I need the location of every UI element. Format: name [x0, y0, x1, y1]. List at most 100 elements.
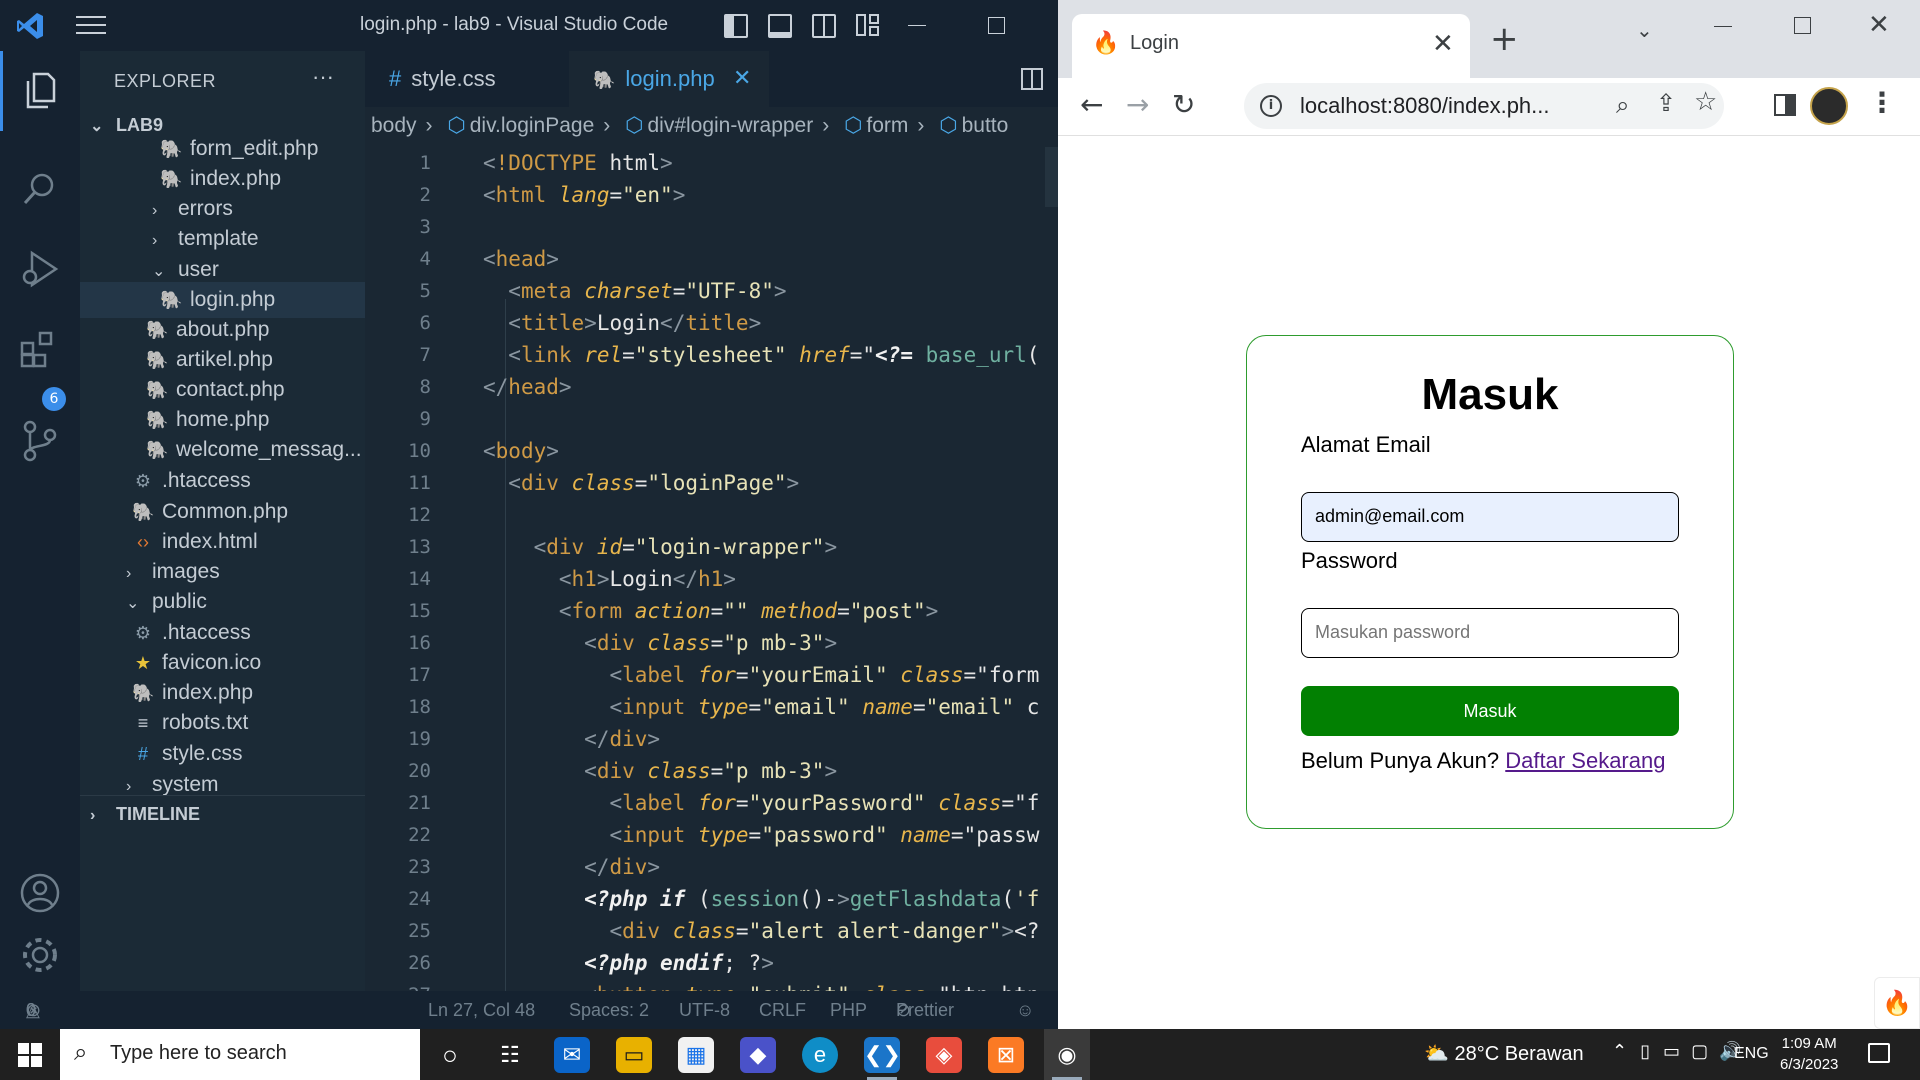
notification-center-icon[interactable]: [1868, 1043, 1890, 1063]
url-text[interactable]: localhost:8080/index.ph...: [1300, 93, 1550, 119]
bookmark-star-icon[interactable]: ☆: [1694, 87, 1717, 117]
breadcrumb-item[interactable]: div.loginPage: [470, 114, 595, 137]
line-number: 12: [408, 504, 431, 526]
new-tab-icon[interactable]: +: [1490, 22, 1519, 56]
taskbar-search[interactable]: ⌕ Type here to search: [60, 1029, 420, 1080]
address-bar[interactable]: i localhost:8080/index.ph... ⌕ ⇪ ☆: [1244, 83, 1724, 129]
indentation[interactable]: Spaces: 2: [569, 991, 649, 1029]
code-editor[interactable]: <!DOCTYPE html> <html lang="en"> <head> <m…: [483, 147, 1058, 1011]
close-tab-icon[interactable]: ✕: [1432, 28, 1454, 59]
battery-icon[interactable]: ▭: [1663, 1041, 1680, 1061]
forward-arrow-icon[interactable]: →: [1126, 88, 1149, 121]
profile-avatar[interactable]: [1810, 87, 1848, 125]
breadcrumb-item[interactable]: butto: [962, 114, 1009, 137]
customize-layout-icon[interactable]: [856, 14, 880, 38]
timeline-section[interactable]: › TIMELINE: [80, 795, 365, 831]
code-line: <div class="loginPage">: [508, 471, 800, 495]
line-number: 15: [408, 600, 431, 622]
extensions-icon[interactable]: [18, 327, 62, 371]
maximize-icon[interactable]: [988, 17, 1005, 34]
side-panel-icon[interactable]: [1774, 94, 1796, 116]
more-actions-icon[interactable]: ···: [312, 64, 334, 90]
tab-search-chevron-icon[interactable]: ⌄: [1636, 18, 1653, 42]
search-icon[interactable]: [18, 167, 62, 211]
vscode-icon[interactable]: ❮❯: [864, 1037, 901, 1073]
breadcrumb-separator-icon: ›: [822, 114, 830, 137]
minimize-icon[interactable]: [908, 25, 926, 26]
file-label: about.php: [176, 318, 270, 341]
language-indicator[interactable]: ENG: [1734, 1045, 1769, 1063]
breadcrumb-item[interactable]: form: [866, 114, 908, 137]
maximize-icon[interactable]: [1794, 17, 1811, 34]
task-view-icon[interactable]: ○: [432, 1037, 468, 1073]
line-number: 11: [408, 472, 431, 494]
line-number: 8: [419, 376, 431, 398]
back-arrow-icon[interactable]: ←: [1080, 88, 1103, 121]
chrome-menu-icon[interactable]: ⋮: [1868, 86, 1896, 119]
toggle-primary-sidebar-icon[interactable]: [724, 14, 748, 38]
zoom-icon[interactable]: ⌕: [1616, 91, 1629, 119]
file-label: form_edit.php: [190, 137, 319, 160]
minimap[interactable]: [1045, 147, 1058, 207]
line-number: 18: [408, 696, 431, 718]
weather-widget[interactable]: ⛅ 28°C Berawan: [1424, 1041, 1584, 1066]
explorer-header: EXPLORER: [114, 71, 217, 91]
signup-link[interactable]: Daftar Sekarang: [1505, 748, 1665, 773]
explorer-files-icon[interactable]: [18, 69, 62, 113]
feedback-icon[interactable]: ☺: [1016, 991, 1034, 1029]
share-icon[interactable]: ⇪: [1656, 89, 1676, 117]
folder-label: images: [152, 560, 220, 583]
breadcrumb-item[interactable]: body: [371, 114, 417, 137]
device-icon[interactable]: ▯: [1640, 1041, 1650, 1061]
breadcrumb-item[interactable]: div#login-wrapper: [647, 114, 813, 137]
line-ending[interactable]: CRLF: [759, 991, 806, 1029]
code-line: <?php endif; ?>: [584, 951, 774, 975]
edge-icon[interactable]: e: [802, 1037, 838, 1073]
widgets-icon[interactable]: ☷: [492, 1037, 528, 1073]
weather-text: 28°C Berawan: [1454, 1043, 1584, 1065]
copilot-icon[interactable]: ◆: [740, 1037, 776, 1073]
hamburger-menu-icon[interactable]: [76, 16, 106, 36]
close-tab-icon[interactable]: ✕: [733, 51, 751, 107]
toggle-panel-icon[interactable]: [768, 14, 792, 38]
run-debug-icon[interactable]: [18, 247, 62, 291]
line-number: 14: [408, 568, 431, 590]
close-window-icon[interactable]: ✕: [1868, 10, 1890, 40]
source-control-icon[interactable]: [18, 419, 62, 463]
clock[interactable]: 1:09 AM 6/3/2023: [1780, 1033, 1838, 1075]
xampp-icon[interactable]: ⊠: [988, 1037, 1024, 1073]
settings-gear-icon[interactable]: [18, 933, 62, 977]
file-label: style.css: [162, 742, 243, 765]
language-mode[interactable]: PHP: [830, 991, 867, 1029]
mail-icon[interactable]: ✉: [554, 1037, 590, 1073]
breadcrumb-separator-icon: ›: [917, 114, 925, 137]
split-editor-icon[interactable]: [1021, 68, 1043, 90]
debug-toolbar-flame-icon[interactable]: 🔥: [1874, 977, 1920, 1029]
minimize-icon[interactable]: [1714, 26, 1732, 27]
chevron-up-icon[interactable]: ⌃: [1612, 1041, 1627, 1061]
account-icon[interactable]: [18, 871, 62, 915]
reload-icon[interactable]: ↻: [1172, 88, 1195, 121]
line-number: 19: [408, 728, 431, 750]
file-label: artikel.php: [176, 348, 273, 371]
password-input[interactable]: Masukan password: [1301, 608, 1679, 658]
network-icon[interactable]: ▢: [1691, 1041, 1708, 1061]
chrome-icon[interactable]: ◉: [1044, 1029, 1090, 1080]
explorer-sidebar: EXPLORER ··· ⌄ LAB9 🐘 form_edit.php 🐘 index…: [80, 51, 365, 991]
code-line: </div>: [584, 727, 661, 751]
file-explorer-icon[interactable]: ▭: [616, 1037, 652, 1073]
line-number: 20: [408, 760, 431, 782]
tab-style-css[interactable]: # style.css: [365, 51, 568, 107]
git-icon[interactable]: ◈: [926, 1037, 962, 1073]
email-input[interactable]: admin@email.com: [1301, 492, 1679, 542]
chrome-tabbar: 🔥 Login ✕ + ⌄ ✕: [1058, 0, 1920, 78]
submit-button[interactable]: Masuk: [1301, 686, 1679, 736]
toggle-secondary-sidebar-icon[interactable]: [812, 14, 836, 38]
system-tray[interactable]: ⌃ ▯ ▭ ▢ 🔊: [1612, 1041, 1742, 1062]
site-info-icon[interactable]: i: [1260, 95, 1282, 117]
microsoft-store-icon[interactable]: ▦: [678, 1037, 714, 1073]
windows-start-icon[interactable]: [18, 1043, 42, 1067]
cursor-position[interactable]: Ln 27, Col 48: [428, 991, 535, 1029]
encoding[interactable]: UTF-8: [679, 991, 730, 1029]
browser-tab[interactable]: 🔥 Login ✕: [1072, 14, 1470, 78]
